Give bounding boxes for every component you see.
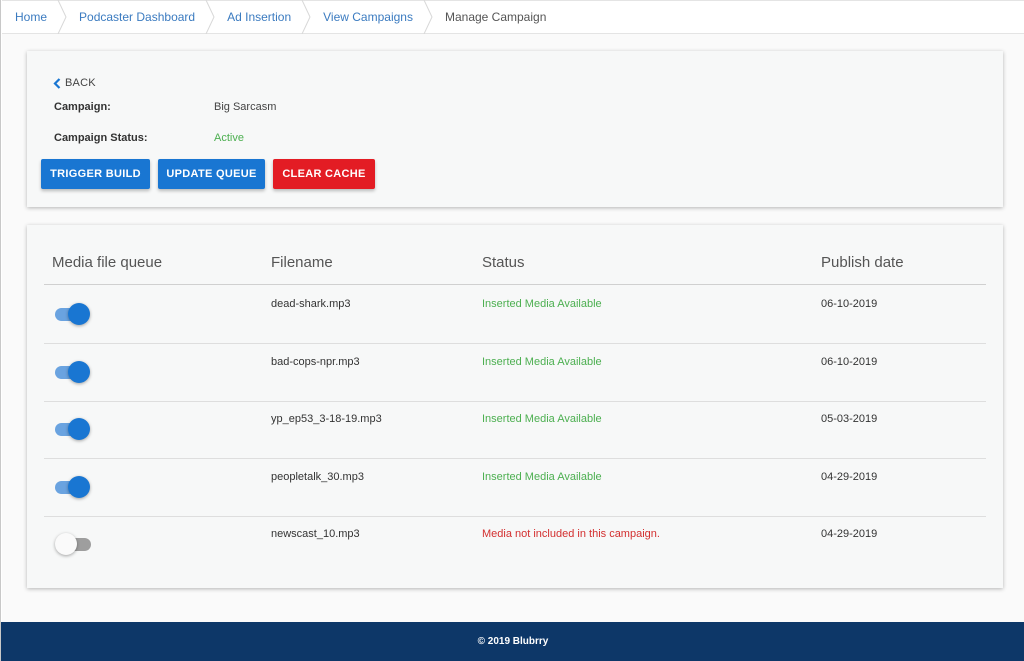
publish-date-cell: 04-29-2019	[821, 470, 878, 483]
campaign-status-row: Campaign Status: Active	[54, 132, 244, 144]
breadcrumb-separator	[423, 0, 433, 34]
header-status: Status	[482, 254, 525, 271]
status-cell: Inserted Media Available	[482, 413, 602, 425]
footer: © 2019 Blubrry	[1, 622, 1024, 661]
media-queue-card: Media file queue Filename Status Publish…	[27, 225, 1003, 588]
campaign-card: BACK Campaign: Big Sarcasm Campaign Stat…	[27, 51, 1003, 207]
table-row: dead-shark.mp3 Inserted Media Available 06…	[44, 286, 986, 344]
campaign-status-label: Campaign Status:	[54, 132, 148, 144]
status-cell: Inserted Media Available	[482, 470, 602, 483]
campaign-label: Campaign:	[54, 101, 111, 113]
back-button[interactable]: BACK	[53, 77, 96, 89]
media-queue-toggle[interactable]	[55, 533, 91, 555]
toggle-knob	[68, 360, 90, 383]
copyright-text: © 2019 Blubrry	[477, 636, 549, 647]
media-queue-toggle[interactable]	[55, 475, 91, 498]
toggle-knob	[55, 533, 77, 555]
clear-cache-button[interactable]: CLEAR CACHE	[273, 159, 375, 189]
filename-cell: peopletalk_30.mp3	[271, 470, 364, 483]
breadcrumb-ad-insertion[interactable]: Ad Insertion	[215, 1, 303, 33]
table-row: bad-cops-npr.mp3 Inserted Media Available…	[44, 344, 986, 402]
table-row: peopletalk_30.mp3 Inserted Media Availabl…	[44, 459, 986, 517]
status-cell: Inserted Media Available	[482, 355, 602, 368]
breadcrumb-current: Manage Campaign	[444, 10, 547, 24]
filename-cell: dead-shark.mp3	[271, 298, 351, 310]
toggle-knob	[68, 475, 90, 498]
media-queue-toggle[interactable]	[55, 303, 91, 325]
header-filename: Filename	[271, 254, 333, 271]
toggle-knob	[68, 418, 90, 440]
breadcrumb-separator	[301, 0, 311, 34]
back-label: BACK	[65, 77, 96, 89]
chevron-left-icon	[53, 77, 61, 89]
status-cell: Media not included in this campaign.	[482, 528, 660, 540]
breadcrumb-separator	[57, 0, 67, 34]
publish-date-cell: 05-03-2019	[821, 413, 878, 425]
breadcrumb: Home Podcaster Dashboard Ad Insertion Vi…	[2, 0, 1024, 34]
header-media-file-queue: Media file queue	[52, 254, 163, 271]
table-row: newscast_10.mp3 Media not included in thi…	[44, 516, 986, 574]
main-content: BACK Campaign: Big Sarcasm Campaign Stat…	[2, 34, 1024, 622]
filename-cell: bad-cops-npr.mp3	[271, 355, 360, 368]
breadcrumb-separator	[205, 0, 215, 34]
toggle-knob	[68, 303, 90, 325]
publish-date-cell: 06-10-2019	[821, 298, 878, 310]
campaign-name-row: Campaign: Big Sarcasm	[54, 101, 276, 113]
breadcrumb-home[interactable]: Home	[2, 1, 59, 33]
update-queue-button[interactable]: UPDATE QUEUE	[158, 159, 265, 189]
table-header: Media file queue Filename Status Publish…	[44, 247, 986, 285]
campaign-status-value: Active	[214, 132, 244, 144]
media-queue-toggle[interactable]	[55, 418, 91, 440]
publish-date-cell: 04-29-2019	[821, 528, 878, 540]
filename-cell: newscast_10.mp3	[271, 528, 360, 540]
media-queue-toggle[interactable]	[55, 360, 91, 383]
filename-cell: yp_ep53_3-18-19.mp3	[271, 413, 382, 425]
table-row: yp_ep53_3-18-19.mp3 Inserted Media Availa…	[44, 401, 986, 459]
breadcrumb-podcaster-dashboard[interactable]: Podcaster Dashboard	[67, 1, 207, 33]
campaign-name: Big Sarcasm	[214, 101, 277, 113]
status-cell: Inserted Media Available	[482, 298, 602, 310]
breadcrumb-view-campaigns[interactable]: View Campaigns	[311, 1, 425, 33]
app-window: Home Podcaster Dashboard Ad Insertion Vi…	[0, 0, 1024, 661]
header-publish-date: Publish date	[821, 254, 904, 271]
trigger-build-button[interactable]: TRIGGER BUILD	[41, 159, 150, 189]
publish-date-cell: 06-10-2019	[821, 355, 878, 368]
